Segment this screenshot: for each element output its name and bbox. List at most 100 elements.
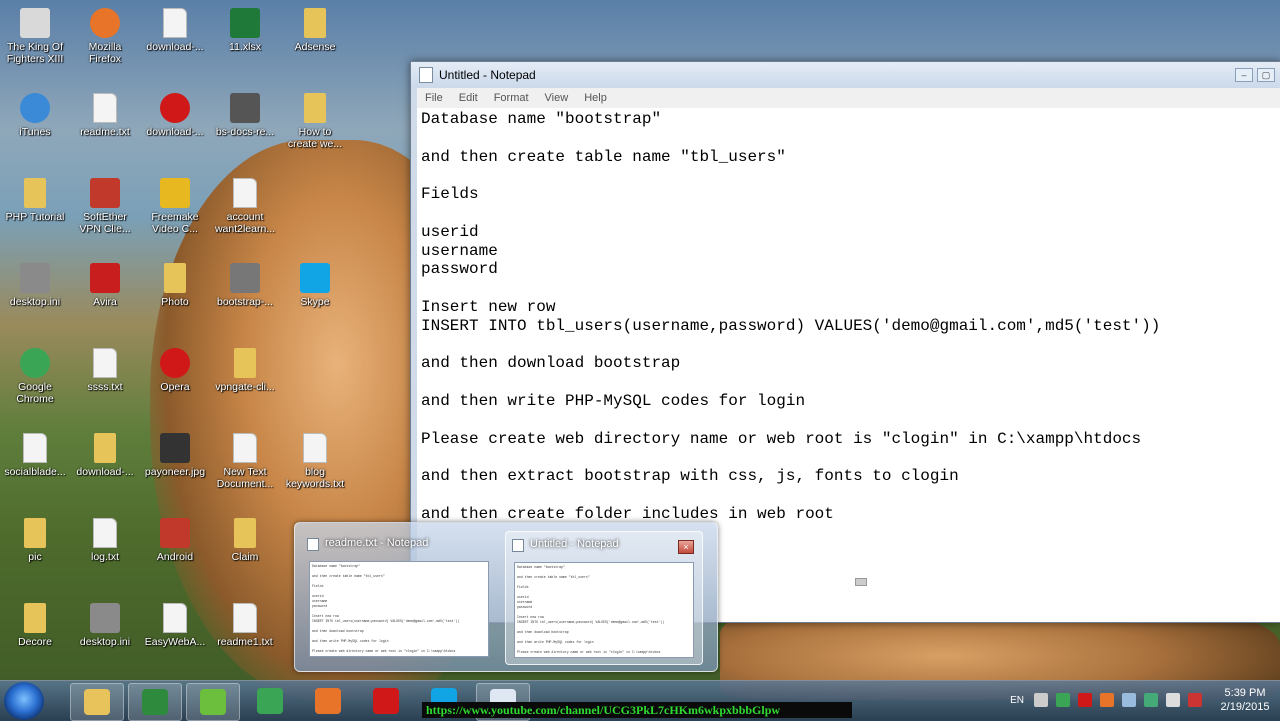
desktop-icon-label: Mozilla Firefox — [88, 41, 122, 65]
menu-format[interactable]: Format — [486, 92, 537, 104]
desktop-icon-label: payoneer.jpg — [144, 466, 206, 478]
document-icon — [233, 603, 257, 633]
language-indicator[interactable]: EN — [1010, 695, 1024, 706]
desktop-icon[interactable]: log.txt — [70, 518, 140, 563]
desktop-icon-label: readme.txt — [80, 126, 130, 138]
desktop-icon[interactable]: Android — [140, 518, 210, 563]
close-icon[interactable]: × — [678, 540, 694, 554]
notepad-content[interactable]: Database name "bootstrap" and then creat… — [417, 108, 1280, 524]
desktop-icon[interactable]: Google Chrome — [0, 348, 70, 405]
taskbar-chrome-button[interactable] — [244, 683, 296, 719]
desktop-icon-label: EasyWebA... — [144, 636, 206, 648]
thumbnail-untitled[interactable]: Untitled - Notepad × Database name "boot… — [505, 531, 703, 665]
desktop-icon[interactable]: Skype — [280, 263, 350, 308]
app-icon — [230, 263, 260, 293]
app-icon — [160, 93, 190, 123]
folder-icon — [24, 178, 46, 208]
desktop-icon[interactable]: PHP Tutorial — [0, 178, 70, 223]
folder-icon — [234, 518, 256, 548]
menu-view[interactable]: View — [537, 92, 577, 104]
desktop-icon-label: iTunes — [19, 126, 51, 138]
notepad-title: Untitled - Notepad — [439, 68, 536, 82]
thumbnail-content: Database name "bootstrap" and then creat… — [309, 561, 489, 657]
menu-file[interactable]: File — [417, 92, 451, 104]
desktop-icon[interactable]: pic — [0, 518, 70, 563]
taskbar-opera-button[interactable] — [360, 683, 412, 719]
tray-icon[interactable] — [1144, 693, 1158, 707]
desktop-icon[interactable]: download-... — [140, 93, 210, 138]
taskbar-maps-button[interactable] — [186, 683, 240, 721]
desktop-icon[interactable]: The King Of Fighters XIII — [0, 8, 70, 65]
maximize-button[interactable]: ▢ — [1257, 68, 1275, 82]
desktop-icon[interactable]: Avira — [70, 263, 140, 308]
desktop-icon[interactable]: Decore — [0, 603, 70, 648]
desktop-icon[interactable]: bs-docs-re... — [210, 93, 280, 138]
desktop-icon-label: account want2learn... — [214, 211, 276, 235]
desktop-icon[interactable]: blog keywords.txt — [280, 433, 350, 490]
desktop-icon[interactable]: Mozilla Firefox — [70, 8, 140, 65]
tray-icon[interactable] — [1122, 693, 1136, 707]
desktop-icon-label: Skype — [300, 296, 330, 308]
thumbnail-title: Untitled - Notepad — [506, 532, 702, 552]
minimize-button[interactable]: – — [1235, 68, 1253, 82]
desktop-icon-label: desktop.ini — [9, 296, 61, 308]
desktop-icon-label: How to create we... — [287, 126, 343, 150]
desktop-icon[interactable]: New Text Document... — [210, 433, 280, 490]
volume-icon[interactable] — [1166, 693, 1180, 707]
tray-icon[interactable] — [1100, 693, 1114, 707]
desktop-icon[interactable]: download-... — [140, 8, 210, 53]
network-icon[interactable] — [1188, 693, 1202, 707]
desktop-icon[interactable]: How to create we... — [280, 93, 350, 150]
desktop-icon[interactable]: Claim — [210, 518, 280, 563]
app-icon — [90, 603, 120, 633]
desktop-icon[interactable]: bootstrap-... — [210, 263, 280, 308]
desktop-icon-label: SoftEther VPN Clie... — [79, 211, 131, 235]
document-icon — [93, 518, 117, 548]
desktop-icon[interactable]: ssss.txt — [70, 348, 140, 393]
clock-date: 2/19/2015 — [1220, 701, 1270, 713]
scrollbar-thumb[interactable] — [855, 578, 867, 586]
taskbar-explorer-button[interactable] — [70, 683, 124, 721]
desktop-icon[interactable]: 11.xlsx — [210, 8, 280, 53]
app-icon — [160, 518, 190, 548]
desktop-icon-label: Photo — [161, 296, 189, 308]
desktop-icon[interactable]: vpngate-cli... — [210, 348, 280, 393]
tray-icon[interactable] — [1078, 693, 1092, 707]
desktop-icon[interactable]: EasyWebA... — [140, 603, 210, 648]
desktop-icon[interactable]: SoftEther VPN Clie... — [70, 178, 140, 235]
desktop-icon[interactable]: Freemake Video C... — [140, 178, 210, 235]
opera-icon — [373, 688, 399, 714]
desktop-icon-label: vpngate-cli... — [215, 381, 275, 393]
folder-icon — [234, 348, 256, 378]
desktop-icon[interactable]: Photo — [140, 263, 210, 308]
app-icon — [20, 263, 50, 293]
desktop-icon[interactable]: readme.txt — [70, 93, 140, 138]
desktop-icon[interactable]: account want2learn... — [210, 178, 280, 235]
taskbar-firefox-button[interactable] — [302, 683, 354, 719]
desktop-icon[interactable]: desktop.ini — [0, 263, 70, 308]
notepad-titlebar[interactable]: Untitled - Notepad – ▢ — [411, 62, 1280, 88]
tray-icon[interactable] — [1056, 693, 1070, 707]
thumbnail-readme[interactable]: readme.txt - Notepad Database name "boot… — [301, 531, 497, 663]
desktop-icon[interactable]: payoneer.jpg — [140, 433, 210, 478]
menu-edit[interactable]: Edit — [451, 92, 486, 104]
taskbar-camtasia-button[interactable] — [128, 683, 182, 721]
desktop-icon[interactable]: Adsense — [280, 8, 350, 53]
thumbnail-title: readme.txt - Notepad — [301, 531, 497, 551]
desktop-icon[interactable]: Opera — [140, 348, 210, 393]
explorer-icon — [84, 689, 110, 715]
folder-icon — [304, 93, 326, 123]
desktop-icon[interactable]: iTunes — [0, 93, 70, 138]
desktop-icon[interactable]: desktop.ini — [70, 603, 140, 648]
camtasia-icon — [142, 689, 168, 715]
desktop-icon[interactable]: readme1.txt — [210, 603, 280, 648]
start-button[interactable] — [4, 682, 44, 720]
tray-icon[interactable] — [1034, 693, 1048, 707]
desktop-icon-label: Claim — [231, 551, 259, 563]
desktop-icon[interactable]: download-... — [70, 433, 140, 478]
app-icon — [20, 348, 50, 378]
menu-help[interactable]: Help — [576, 92, 615, 104]
clock[interactable]: 5:39 PM 2/19/2015 — [1210, 686, 1280, 714]
desktop-icon[interactable]: socialblade... — [0, 433, 70, 478]
app-icon — [90, 178, 120, 208]
